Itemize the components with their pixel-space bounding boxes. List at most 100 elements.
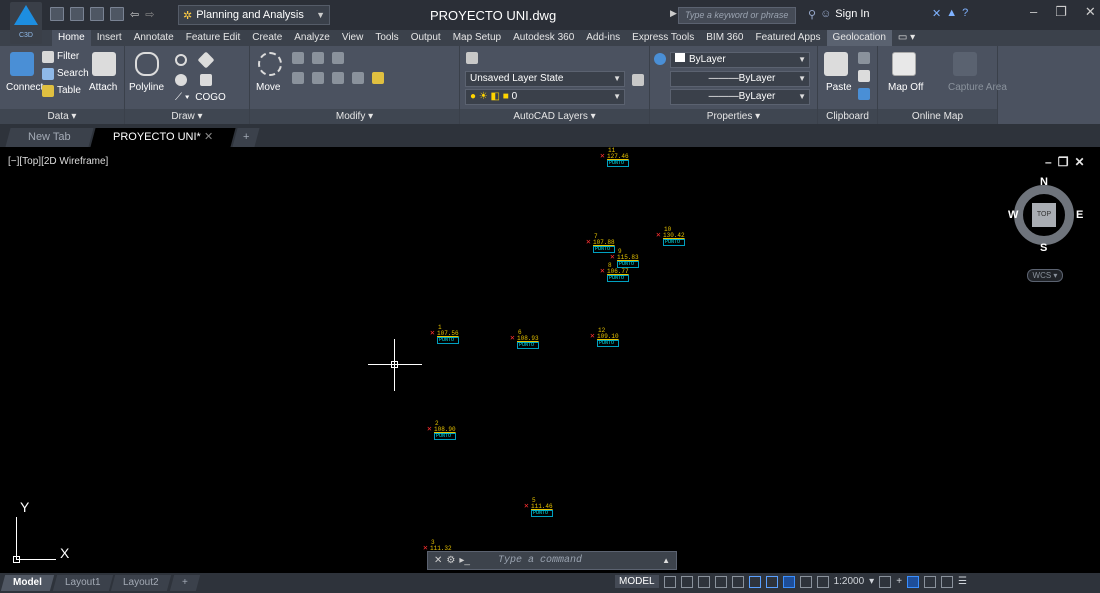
map-off-icon[interactable] <box>892 52 916 76</box>
tab-layout1[interactable]: Layout1 <box>52 575 113 591</box>
rectangle-icon[interactable] <box>200 74 212 86</box>
data-panel-title[interactable]: Data ▾ <box>0 109 124 124</box>
auto-scale-icon[interactable] <box>799 575 812 588</box>
sign-in-button[interactable]: ⚲ ☺ Sign In <box>808 8 870 21</box>
wrench-icon[interactable]: ⚙ <box>446 555 455 566</box>
tab-model[interactable]: Model <box>0 575 55 591</box>
drawing-viewport[interactable]: [−][Top][2D Wireframe] – ❐ ✕ 11 ✕ 127.46 PU… <box>0 147 1100 573</box>
array-icon[interactable] <box>332 72 344 84</box>
stretch-icon[interactable] <box>332 52 344 64</box>
tab-geolocation[interactable]: Geolocation <box>826 30 892 46</box>
add-layout-button[interactable]: + <box>169 575 201 591</box>
copy-icon[interactable] <box>312 52 324 64</box>
circle-icon[interactable] <box>175 74 187 86</box>
cogo-point[interactable]: 5 ✕ 111.46 PUNTO <box>524 498 553 517</box>
autodesk-icon[interactable]: ▲ <box>946 7 957 20</box>
attach-icon[interactable] <box>92 52 116 76</box>
layer-state-select[interactable]: Unsaved Layer State ▼ <box>465 71 625 87</box>
paste-icon[interactable] <box>824 52 848 76</box>
properties-panel-title[interactable]: Properties ▾ <box>650 109 817 124</box>
open-file-icon[interactable] <box>70 7 84 21</box>
viewport-minimize-icon[interactable]: – <box>1045 155 1052 169</box>
filter-button[interactable]: Filter <box>57 51 79 62</box>
cogo-button[interactable]: ⟋ ▾ COGO <box>175 92 226 103</box>
new-file-icon[interactable] <box>50 7 64 21</box>
ortho-icon[interactable] <box>697 575 710 588</box>
search-button[interactable]: Search <box>57 68 89 79</box>
tab-analyze[interactable]: Analyze <box>288 30 336 46</box>
command-line[interactable]: ✕ ⚙ ▸_ Type a command ▲ <box>427 551 677 570</box>
annotation-visibility-icon[interactable] <box>782 575 795 588</box>
line-icon[interactable] <box>197 51 215 69</box>
cogo-point[interactable]: 8 ✕ 106.77 PUNTO <box>600 263 629 282</box>
cogo-point[interactable]: 6 ✕ 108.93 PUNTO <box>510 330 539 349</box>
polar-icon[interactable] <box>714 575 727 588</box>
isolate-objects-icon[interactable] <box>907 575 920 588</box>
compass-north[interactable]: N <box>1040 176 1048 188</box>
snap-icon[interactable] <box>680 575 693 588</box>
compass-west[interactable]: W <box>1008 209 1018 221</box>
viewcube[interactable]: TOP N S W E <box>1008 172 1083 254</box>
fillet-icon[interactable] <box>312 72 324 84</box>
lineweight-select[interactable]: ———ByLayer ▼ <box>670 89 810 105</box>
clipboard-panel-title[interactable]: Clipboard <box>818 109 877 124</box>
tab-map-setup[interactable]: Map Setup <box>447 30 507 46</box>
redo-icon[interactable]: ⇨ <box>145 8 154 21</box>
close-icon[interactable]: ✕ <box>434 555 442 566</box>
polyline-icon[interactable] <box>135 52 159 76</box>
chevron-down-icon[interactable]: ▾ <box>869 576 874 587</box>
cogo-point[interactable]: 2 ✕ 108.90 PUNTO <box>427 421 456 440</box>
linetype-select[interactable]: ———ByLayer ▼ <box>670 71 810 87</box>
polyline-button[interactable]: Polyline <box>129 82 164 93</box>
tab-home[interactable]: Home <box>52 30 91 46</box>
exchange-icon[interactable]: ✕ <box>932 7 941 20</box>
move-icon[interactable] <box>258 52 282 76</box>
tab-proyecto-uni[interactable]: PROYECTO UNI* ✕ <box>90 128 236 147</box>
ribbon-options-icon[interactable]: ▭ ▾ <box>892 30 921 46</box>
customization-menu-icon[interactable]: ☰ <box>958 576 967 587</box>
viewport-close-icon[interactable]: ✕ <box>1074 155 1084 169</box>
map-off-button[interactable]: Map Off <box>888 82 923 93</box>
cut-icon[interactable] <box>858 52 870 64</box>
tab-output[interactable]: Output <box>405 30 447 46</box>
attach-button[interactable]: Attach <box>89 82 117 93</box>
ucs-origin-icon[interactable] <box>13 556 20 563</box>
undo-icon[interactable]: ⇦ <box>130 8 139 21</box>
hardware-acceleration-icon[interactable] <box>924 575 937 588</box>
tab-create[interactable]: Create <box>246 30 288 46</box>
rotate-icon[interactable] <box>292 52 304 64</box>
modify-panel-title[interactable]: Modify ▾ <box>250 109 459 124</box>
paste-button[interactable]: Paste <box>826 82 852 93</box>
help-icon[interactable]: ? <box>962 7 968 20</box>
table-button[interactable]: Table <box>57 85 81 96</box>
keyword-search-input[interactable]: ▶ Type a keyword or phrase <box>670 7 796 24</box>
tab-feature-edit[interactable]: Feature Edit <box>180 30 246 46</box>
application-menu-button[interactable]: C3D <box>10 2 42 44</box>
object-snap-tracking-icon[interactable] <box>748 575 761 588</box>
print-icon[interactable] <box>110 7 124 21</box>
model-space-button[interactable]: MODEL <box>615 575 659 588</box>
color-select[interactable]: ByLayer ▼ <box>670 52 810 68</box>
command-input[interactable]: Type a command <box>498 555 582 566</box>
annotation-scale-value[interactable]: 1:2000 <box>834 576 865 587</box>
cogo-point[interactable]: 10 ✕ 130.42 PUNTO <box>656 227 685 246</box>
minimize-icon[interactable]: – <box>1030 4 1037 20</box>
tab-new-tab[interactable]: New Tab <box>5 128 94 147</box>
layers-panel-title[interactable]: AutoCAD Layers ▾ <box>460 109 649 124</box>
plus-icon[interactable]: + <box>896 576 902 587</box>
recent-commands-icon[interactable]: ▸_ <box>459 555 470 566</box>
cogo-point[interactable]: 12 ✕ 109.10 PUNTO <box>590 328 619 347</box>
tab-add-ins[interactable]: Add-ins <box>580 30 626 46</box>
close-icon[interactable]: ✕ <box>1085 4 1096 20</box>
tab-tools[interactable]: Tools <box>369 30 404 46</box>
layer-properties-icon[interactable] <box>466 52 478 64</box>
isodraft-icon[interactable] <box>731 575 744 588</box>
restore-icon[interactable]: ❐ <box>1055 4 1067 20</box>
tab-insert[interactable]: Insert <box>91 30 128 46</box>
mirror-icon[interactable] <box>292 72 304 84</box>
layer-select[interactable]: ● ☀ ◧ ■ 0 ▼ <box>465 89 625 105</box>
move-button[interactable]: Move <box>256 82 280 93</box>
wcs-menu[interactable]: WCS ▾ <box>1027 269 1063 282</box>
connect-icon[interactable] <box>10 52 34 76</box>
copy-clip-icon[interactable] <box>858 70 870 82</box>
